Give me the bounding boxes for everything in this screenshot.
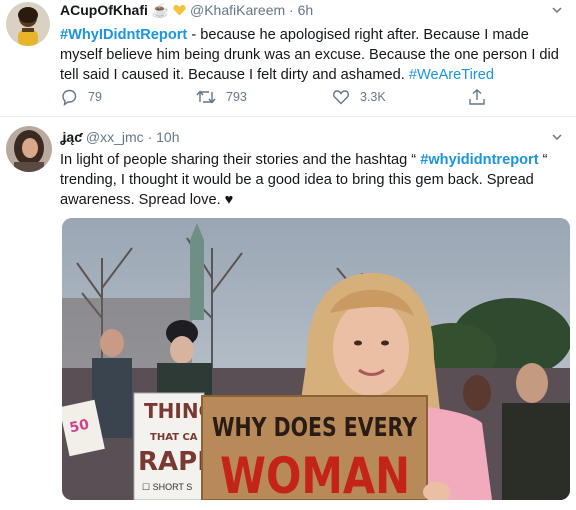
hashtag-link[interactable]: #WhyIDidntReport: [60, 27, 187, 43]
tweet-header: ʝąƈ @xx_jmc · 10h: [60, 129, 179, 145]
main-sign-line1: WHY DOES EVERY: [212, 413, 418, 443]
reply-icon: [62, 89, 77, 106]
hashtag-link[interactable]: #whyididntreport: [420, 152, 538, 168]
tweet-text: In light of people sharing their stories…: [60, 150, 566, 210]
background-sign-text: RAPI: [138, 447, 207, 477]
chevron-down-icon[interactable]: [552, 132, 562, 142]
display-name[interactable]: ʝąƈ: [60, 129, 82, 145]
reply-count: 79: [88, 90, 102, 104]
main-sign-line2: WOMAN: [220, 447, 410, 500]
tweet-photo[interactable]: THING THAT CA RAPI ☐ SHORT S 50 WHY DOES…: [62, 218, 570, 500]
user-handle[interactable]: @KhafiKareem: [190, 2, 285, 18]
like-button[interactable]: 3.3K: [332, 88, 386, 106]
coffee-emoji: ☕: [151, 2, 170, 18]
share-button[interactable]: [468, 88, 496, 106]
display-name[interactable]: ACupOfKhafi: [60, 2, 148, 18]
reply-button[interactable]: 79: [60, 88, 102, 106]
retweet-button[interactable]: 793: [196, 88, 247, 106]
tweet-header: ACupOfKhafi ☕ @KhafiKareem · 6h: [60, 2, 313, 19]
user-handle[interactable]: @xx_jmc: [86, 129, 144, 145]
tweet-actions: 79 793 3.3K: [60, 88, 500, 108]
like-icon: [333, 90, 349, 105]
like-count: 3.3K: [360, 90, 386, 104]
separator-dot: ·: [147, 129, 153, 145]
avatar[interactable]: [6, 126, 52, 172]
timestamp[interactable]: 10h: [156, 129, 179, 145]
tweet-text: #WhyIDidntReport - because he apologised…: [60, 25, 566, 85]
background-sign-text: ☐ SHORT S: [142, 482, 192, 492]
tweet-body: In light of people sharing their stories…: [60, 152, 421, 168]
hashtag-link[interactable]: #WeAreTired: [409, 67, 494, 83]
tweet[interactable]: ʝąƈ @xx_jmc · 10h In light of people sha…: [0, 116, 576, 510]
chevron-down-icon[interactable]: [552, 5, 562, 15]
heart-badge-icon: [173, 2, 190, 18]
background-sign-text: THAT CA: [150, 432, 198, 443]
share-icon: [469, 88, 485, 105]
separator-dot: ·: [289, 2, 294, 18]
retweet-icon: [196, 90, 216, 104]
retweet-count: 793: [226, 90, 247, 104]
tweet[interactable]: ACupOfKhafi ☕ @KhafiKareem · 6h #WhyIDid…: [0, 0, 576, 116]
avatar[interactable]: [6, 2, 50, 46]
timestamp[interactable]: 6h: [298, 2, 314, 18]
